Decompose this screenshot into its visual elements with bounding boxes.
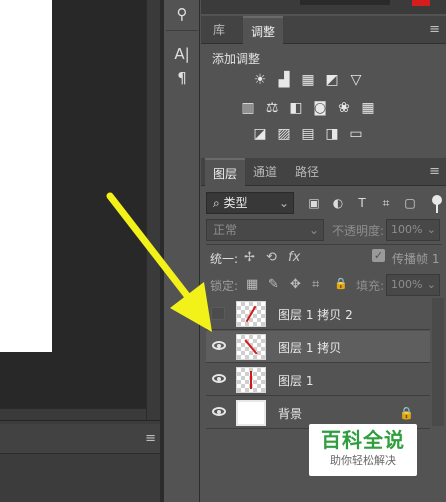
horizontal-scrollbar[interactable] (0, 408, 146, 420)
black-white-icon[interactable]: ◧ (288, 100, 304, 116)
posterize-icon[interactable]: ▨ (276, 126, 292, 142)
panel-menu-icon[interactable]: ≡ (429, 165, 440, 179)
lock-position-icon[interactable]: ✥ (290, 277, 301, 292)
filter-shape-icon[interactable]: ⌗ (378, 195, 394, 211)
exposure-icon[interactable]: ◩ (324, 72, 340, 88)
lock-transparency-icon[interactable]: ▦ (246, 277, 258, 292)
chevron-down-icon: ⌄ (278, 196, 289, 210)
panel-menu-icon[interactable]: ≡ (429, 23, 440, 37)
lock-all-icon[interactable]: 🔒 (334, 277, 348, 290)
arrow-shaft (106, 192, 196, 306)
layer-name[interactable]: 图层 1 (278, 372, 313, 389)
strip-separator (166, 30, 198, 31)
chevron-down-icon: ⌄ (308, 223, 319, 237)
lock-artboard-icon[interactable]: ⌗ (312, 277, 319, 292)
propagate-frame-label: 传播帧 1 (392, 252, 440, 266)
layer-row[interactable]: 图层 1 (206, 364, 430, 396)
thumbnail-stroke (250, 371, 252, 389)
timeline-header: ≡ (0, 424, 162, 454)
divider (206, 244, 442, 245)
color-lookup-icon[interactable]: ▦ (360, 100, 376, 116)
tab-paths[interactable]: 路径 (287, 158, 327, 186)
adjustments-title: 添加调整 (212, 52, 261, 66)
vibrance-icon[interactable]: ▽ (348, 72, 364, 88)
layer-name[interactable]: 图层 1 拷贝 (278, 339, 341, 356)
channel-mixer-icon[interactable]: ❀ (336, 100, 352, 116)
filter-type-icon[interactable]: T (354, 195, 370, 211)
propagate-frame-checkbox[interactable]: ✓ (372, 249, 385, 262)
color-balance-icon[interactable]: ⚖ (264, 100, 280, 116)
tab-layers[interactable]: 图层 (205, 158, 246, 186)
thumbnail-stroke (245, 305, 257, 323)
tab-adjustments[interactable]: 调整 (243, 16, 284, 44)
layer-name[interactable]: 背景 (278, 405, 302, 422)
adjustments-row-3: ◪ ▨ ▤ ◨ ▭ (252, 126, 364, 142)
foreground-color-swatch[interactable] (412, 0, 430, 6)
unify-style-icon[interactable]: fx (288, 250, 300, 265)
layer-name[interactable]: 图层 1 拷贝 2 (278, 306, 353, 323)
filter-toggle-stem (436, 203, 438, 213)
document-page[interactable] (0, 0, 52, 352)
selective-color-icon[interactable]: ◨ (324, 126, 340, 142)
panel-menu-icon[interactable]: ≡ (145, 432, 156, 446)
photo-filter-icon[interactable]: ◙ (312, 100, 328, 116)
levels-icon[interactable]: ▟ (276, 72, 292, 88)
layer-thumbnail (236, 400, 266, 426)
watermark-logo: 百科全说 助你轻松解决 (309, 424, 417, 476)
opacity-field[interactable]: 100% ⌄ (386, 219, 440, 241)
paragraph-icon[interactable]: ¶ (164, 66, 200, 90)
layers-scrollbar[interactable] (432, 298, 444, 426)
eye-icon[interactable] (212, 407, 226, 416)
unify-position-icon[interactable]: ✢ (244, 250, 255, 265)
filter-smart-object-icon[interactable]: ▢ (402, 195, 418, 211)
layer-row[interactable]: 图层 1 拷贝 2 (206, 298, 430, 330)
arrow-head (170, 282, 212, 332)
clone-source-icon[interactable]: ⚲ (164, 2, 200, 26)
tab-library[interactable]: 库 (205, 16, 233, 44)
layer-thumbnail (236, 334, 266, 360)
layer-thumbnail (236, 301, 266, 327)
opacity-label: 不透明度: (332, 224, 385, 238)
eye-icon[interactable] (212, 374, 226, 383)
layers-tabbar: 图层 通道 路径 ≡ (201, 158, 446, 186)
character-icon[interactable]: A| (164, 42, 200, 66)
tab-channels[interactable]: 通道 (245, 158, 285, 186)
layer-row[interactable]: 图层 1 拷贝 (206, 331, 430, 363)
fill-label: 填充: (356, 279, 385, 293)
adjustments-tabbar: 库 调整 ≡ (201, 16, 446, 44)
annotation-arrow (106, 192, 212, 332)
chevron-down-icon: ⌄ (426, 278, 436, 291)
color-ramp[interactable] (300, 0, 390, 5)
eye-icon[interactable] (212, 341, 226, 350)
gradient-map-icon[interactable]: ▭ (348, 126, 364, 142)
unify-visibility-icon[interactable]: ⟲ (266, 250, 277, 265)
lock-pixels-icon[interactable]: ✎ (268, 277, 279, 292)
chevron-down-icon: ⌄ (426, 223, 436, 236)
brightness-icon[interactable]: ☀ (252, 72, 268, 88)
adjustments-row-2: ▥ ⚖ ◧ ◙ ❀ ▦ (240, 100, 376, 116)
curves-icon[interactable]: ▦ (300, 72, 316, 88)
filter-adjustment-icon[interactable]: ◐ (330, 195, 346, 211)
invert-icon[interactable]: ◪ (252, 126, 268, 142)
layer-thumbnail (236, 367, 266, 393)
watermark-title: 百科全说 (321, 428, 405, 452)
hue-saturation-icon[interactable]: ▥ (240, 100, 256, 116)
thumbnail-stroke (244, 339, 258, 355)
watermark-subtitle: 助你轻松解决 (330, 454, 396, 467)
fill-field[interactable]: 100% ⌄ (386, 274, 440, 296)
threshold-icon[interactable]: ▤ (300, 126, 316, 142)
filter-pixel-icon[interactable]: ▣ (306, 195, 322, 211)
lock-icon: 🔒 (399, 406, 414, 420)
adjustments-row-1: ☀ ▟ ▦ ◩ ▽ (252, 72, 364, 88)
